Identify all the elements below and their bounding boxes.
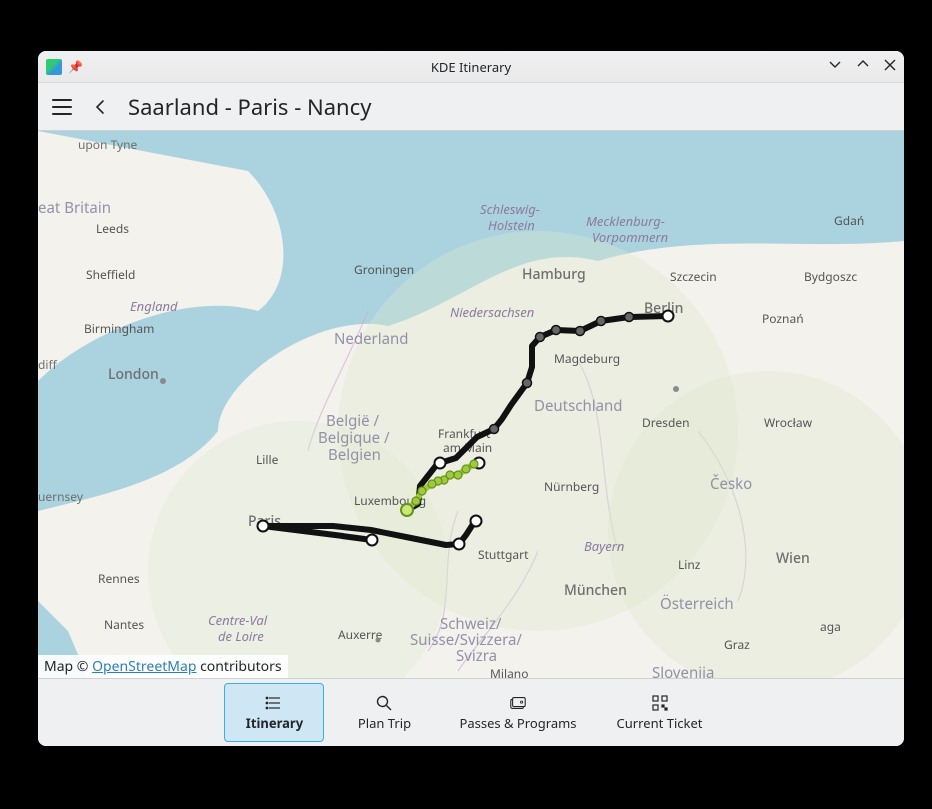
tab-passes[interactable]: Passes & Programs bbox=[444, 683, 591, 742]
osm-link[interactable]: OpenStreetMap bbox=[92, 657, 196, 676]
page-header: Saarland - Paris - Nancy bbox=[38, 83, 904, 131]
wallet-icon bbox=[509, 694, 527, 712]
tab-current-ticket[interactable]: Current Ticket bbox=[602, 683, 718, 742]
label-nederland: Nederland bbox=[334, 329, 409, 349]
label-wien: Wien bbox=[776, 549, 810, 568]
label-rennes: Rennes bbox=[98, 570, 140, 587]
label-poznan: Poznań bbox=[762, 310, 804, 327]
label-leeds: Leeds bbox=[96, 220, 129, 237]
label-deutschland: Deutschland bbox=[534, 396, 623, 416]
label-upon-tyne: upon Tyne bbox=[78, 136, 138, 153]
label-uernsey: uernsey bbox=[38, 488, 84, 505]
tab-itinerary[interactable]: Itinerary bbox=[224, 683, 324, 742]
label-nantes: Nantes bbox=[104, 616, 144, 633]
label-lille: Lille bbox=[256, 451, 279, 468]
back-button[interactable] bbox=[90, 97, 110, 117]
label-groningen: Groningen bbox=[354, 261, 414, 278]
hamburger-icon[interactable] bbox=[52, 97, 72, 117]
label-munchen: München bbox=[564, 581, 627, 600]
app-window: 📌 KDE Itinerary Saarland - Paris - Nancy bbox=[38, 51, 904, 746]
tab-label: Passes & Programs bbox=[459, 716, 576, 731]
label-holstein: Holstein bbox=[488, 216, 535, 234]
label-birmingham: Birmingham bbox=[84, 320, 154, 337]
label-hamburg: Hamburg bbox=[522, 265, 586, 284]
label-osterreich: Österreich bbox=[660, 594, 734, 614]
label-magdeburg: Magdeburg bbox=[554, 350, 620, 367]
label-belgien: Belgien bbox=[328, 445, 381, 465]
label-bydgoszc: Bydgoszc bbox=[804, 268, 857, 285]
qrcode-icon bbox=[651, 694, 669, 712]
label-szczecin: Szczecin bbox=[670, 268, 717, 285]
map-canvas[interactable]: upon Tyne eat Britain Leeds Sheffield En… bbox=[38, 131, 904, 678]
label-vorpommern: Vorpommern bbox=[592, 228, 668, 246]
close-button[interactable] bbox=[884, 57, 896, 76]
page-title: Saarland - Paris - Nancy bbox=[128, 92, 371, 122]
label-dresden: Dresden bbox=[642, 414, 690, 431]
search-icon bbox=[375, 694, 393, 712]
attribution-prefix: Map © bbox=[44, 657, 92, 676]
label-diff: diff bbox=[38, 356, 57, 373]
label-wroclaw: Wrocław bbox=[764, 414, 813, 431]
window-controls bbox=[828, 57, 896, 76]
label-slovenija: Slovenija bbox=[652, 663, 714, 678]
label-great-britain: eat Britain bbox=[38, 198, 111, 218]
bottom-tabbar: Itinerary Plan Trip Passes & Programs Cu… bbox=[38, 678, 904, 746]
titlebar[interactable]: 📌 KDE Itinerary bbox=[38, 51, 904, 83]
label-svizra: Svizra bbox=[456, 646, 497, 666]
label-nurnberg: Nürnberg bbox=[544, 478, 599, 495]
map-view[interactable]: upon Tyne eat Britain Leeds Sheffield En… bbox=[38, 131, 904, 678]
attribution-suffix: contributors bbox=[196, 657, 281, 676]
map-attribution: Map © OpenStreetMap contributors bbox=[38, 655, 288, 678]
tab-label: Current Ticket bbox=[617, 716, 703, 731]
tab-label: Plan Trip bbox=[358, 716, 411, 731]
label-de-loire: de Loire bbox=[218, 627, 264, 645]
label-bayern: Bayern bbox=[584, 537, 624, 555]
label-cesko: Česko bbox=[710, 474, 752, 494]
label-england: England bbox=[130, 297, 178, 315]
pin-icon[interactable]: 📌 bbox=[68, 58, 83, 75]
label-sheffield: Sheffield bbox=[86, 266, 135, 283]
maximize-button[interactable] bbox=[856, 57, 870, 76]
tab-label: Itinerary bbox=[246, 716, 303, 731]
label-london: London bbox=[108, 365, 159, 384]
label-aga: aga bbox=[820, 618, 841, 635]
tab-plan-trip[interactable]: Plan Trip bbox=[334, 683, 434, 742]
minimize-button[interactable] bbox=[828, 57, 842, 76]
app-icon bbox=[46, 59, 62, 75]
label-linz: Linz bbox=[678, 556, 701, 573]
label-graz: Graz bbox=[724, 636, 750, 653]
label-milano: Milano bbox=[490, 665, 528, 678]
label-niedersachsen: Niedersachsen bbox=[450, 303, 534, 321]
label-stuttgart: Stuttgart bbox=[478, 546, 529, 563]
label-gdar: Gdań bbox=[834, 212, 864, 229]
window-title: KDE Itinerary bbox=[38, 58, 904, 76]
itinerary-icon bbox=[265, 694, 283, 712]
